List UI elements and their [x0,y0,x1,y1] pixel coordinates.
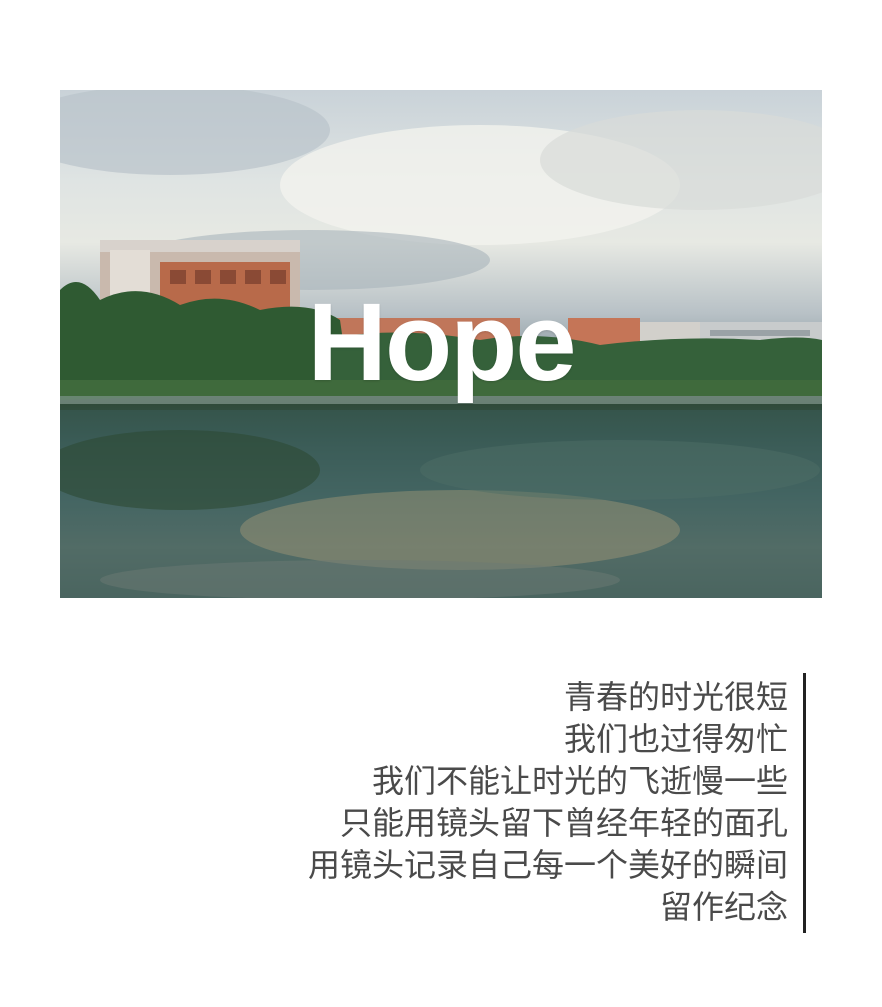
poem-line: 我们不能让时光的飞逝慢一些 [371,762,788,800]
poem-line: 我们也过得匆忙 [563,720,788,758]
poem-text: 青春的时光很短 我们也过得匆忙 我们不能让时光的飞逝慢一些 只能用镜头留下曾经年… [308,676,788,928]
poem-accent-bar [803,673,806,933]
poem-line: 只能用镜头留下曾经年轻的面孔 [339,804,788,842]
poem-line: 青春的时光很短 [563,678,788,716]
poem-line: 用镜头记录自己每一个美好的瞬间 [307,846,788,884]
poem-line: 留作纪念 [659,888,788,926]
photo-title: Hope [307,281,577,404]
campus-lake-photo: Hope [60,90,822,598]
